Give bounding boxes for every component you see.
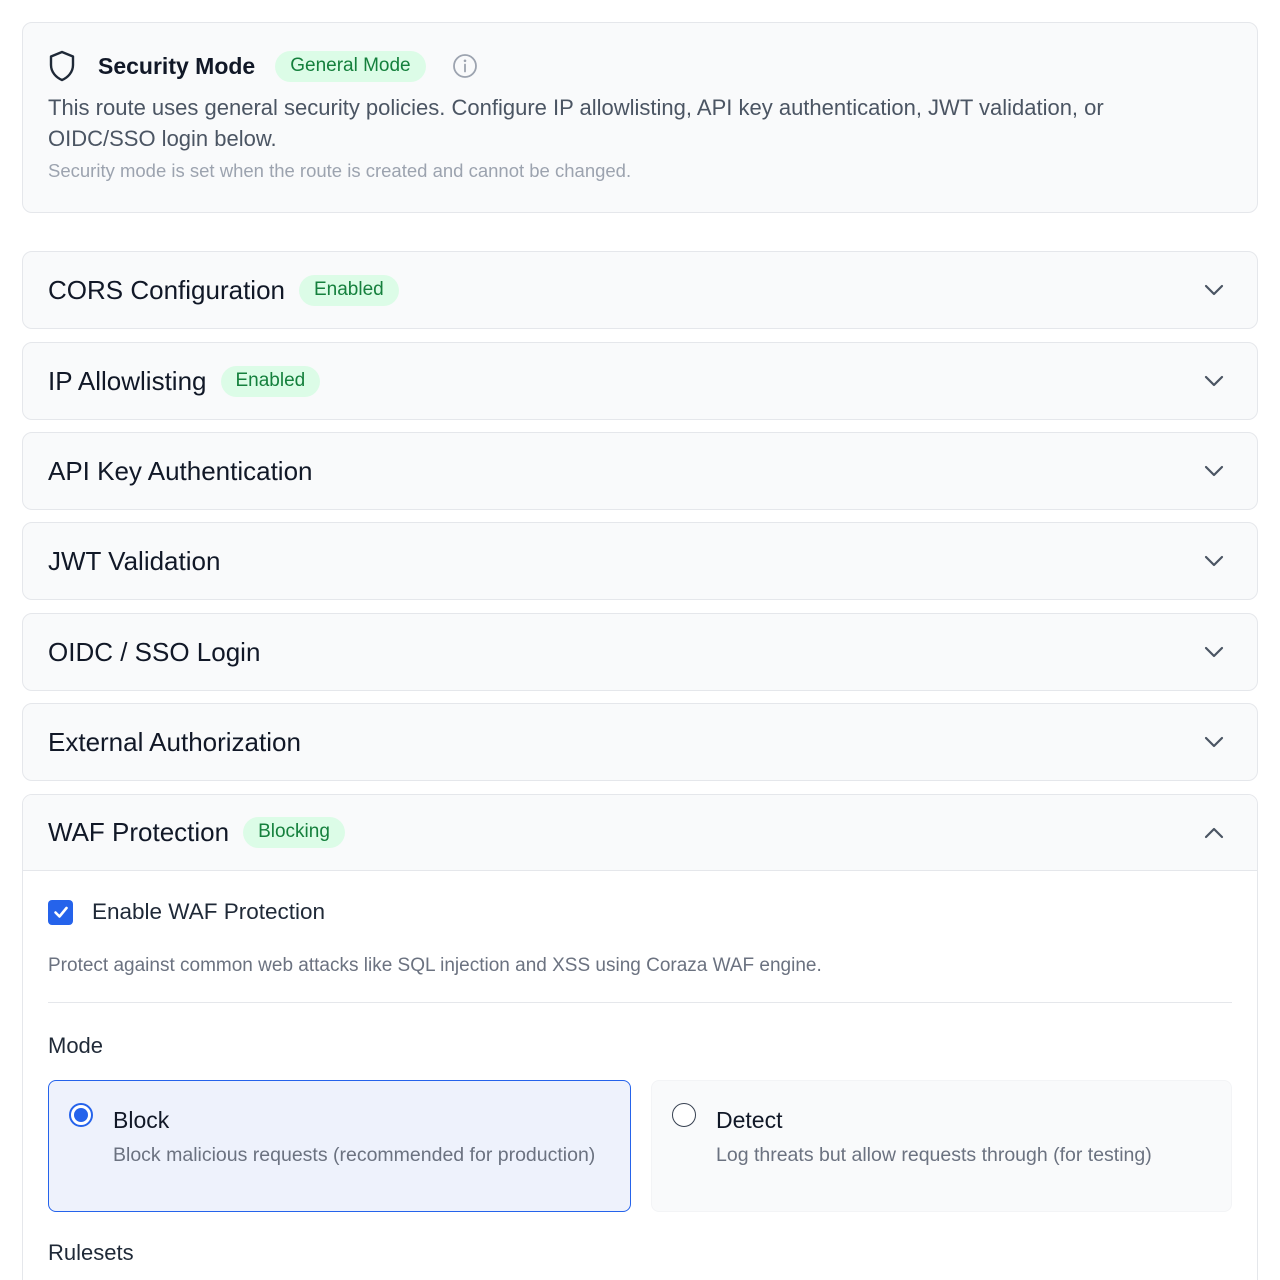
security-settings-page: Security Mode General Mode This route us…: [0, 0, 1280, 1280]
block-radio[interactable]: [69, 1103, 93, 1127]
section-waf-protection: WAF Protection Blocking Enable WAF Prote…: [22, 794, 1258, 1280]
security-mode-card: Security Mode General Mode This route us…: [22, 22, 1258, 213]
status-badge: Blocking: [243, 817, 345, 848]
waf-body: Enable WAF Protection Protect against co…: [23, 899, 1257, 1266]
section-ip-allowlisting[interactable]: IP Allowlisting Enabled: [22, 342, 1258, 420]
enable-waf-row: Enable WAF Protection: [48, 899, 1232, 925]
section-title: External Authorization: [48, 726, 301, 757]
mode-options: Block Block malicious requests (recommen…: [48, 1080, 1232, 1212]
status-badge: Enabled: [299, 274, 399, 306]
divider: [48, 1002, 1232, 1003]
detect-radio[interactable]: [672, 1103, 696, 1127]
section-cors-configuration[interactable]: CORS Configuration Enabled: [22, 251, 1258, 329]
rulesets-label: Rulesets: [48, 1240, 134, 1265]
option-description: Log threats but allow requests through (…: [716, 1144, 1152, 1166]
section-oidc-sso-login[interactable]: OIDC / SSO Login: [22, 613, 1258, 691]
chevron-down-icon[interactable]: [1202, 640, 1226, 664]
section-title: API Key Authentication: [48, 455, 313, 486]
shield-icon: [48, 50, 76, 82]
status-badge: Enabled: [220, 365, 321, 397]
section-external-authorization[interactable]: External Authorization: [22, 703, 1258, 781]
waf-header[interactable]: WAF Protection Blocking: [23, 795, 1257, 871]
security-mode-badge: General Mode: [275, 50, 426, 82]
security-mode-header: Security Mode General Mode: [48, 49, 1232, 83]
section-title: JWT Validation: [48, 545, 221, 576]
section-title: CORS Configuration: [48, 274, 285, 305]
security-mode-description: This route uses general security policie…: [48, 95, 1104, 151]
chevron-down-icon[interactable]: [1202, 730, 1226, 754]
option-title: Detect: [716, 1107, 783, 1133]
section-api-key-authentication[interactable]: API Key Authentication: [22, 432, 1258, 510]
section-title: IP Allowlisting: [48, 365, 207, 396]
option-description: Block malicious requests (recommended fo…: [113, 1144, 596, 1166]
section-title: OIDC / SSO Login: [48, 636, 261, 667]
section-jwt-validation[interactable]: JWT Validation: [22, 522, 1258, 600]
chevron-down-icon[interactable]: [1202, 369, 1226, 393]
info-icon[interactable]: [452, 53, 478, 79]
enable-waf-checkbox[interactable]: [48, 899, 73, 925]
option-title: Block: [113, 1107, 170, 1133]
mode-option-detect[interactable]: Detect Log threats but allow requests th…: [651, 1080, 1232, 1212]
mode-option-block[interactable]: Block Block malicious requests (recommen…: [48, 1080, 631, 1212]
security-mode-note: Security mode is set when the route is c…: [48, 160, 632, 181]
mode-label: Mode: [48, 1033, 104, 1058]
enable-waf-label[interactable]: Enable WAF Protection: [92, 899, 325, 925]
section-title: WAF Protection: [48, 817, 230, 847]
security-mode-title: Security Mode: [98, 52, 256, 79]
chevron-up-icon[interactable]: [1202, 821, 1226, 845]
chevron-down-icon[interactable]: [1202, 549, 1226, 573]
chevron-down-icon[interactable]: [1202, 278, 1226, 302]
waf-description: Protect against common web attacks like …: [48, 955, 822, 976]
chevron-down-icon[interactable]: [1202, 459, 1226, 483]
